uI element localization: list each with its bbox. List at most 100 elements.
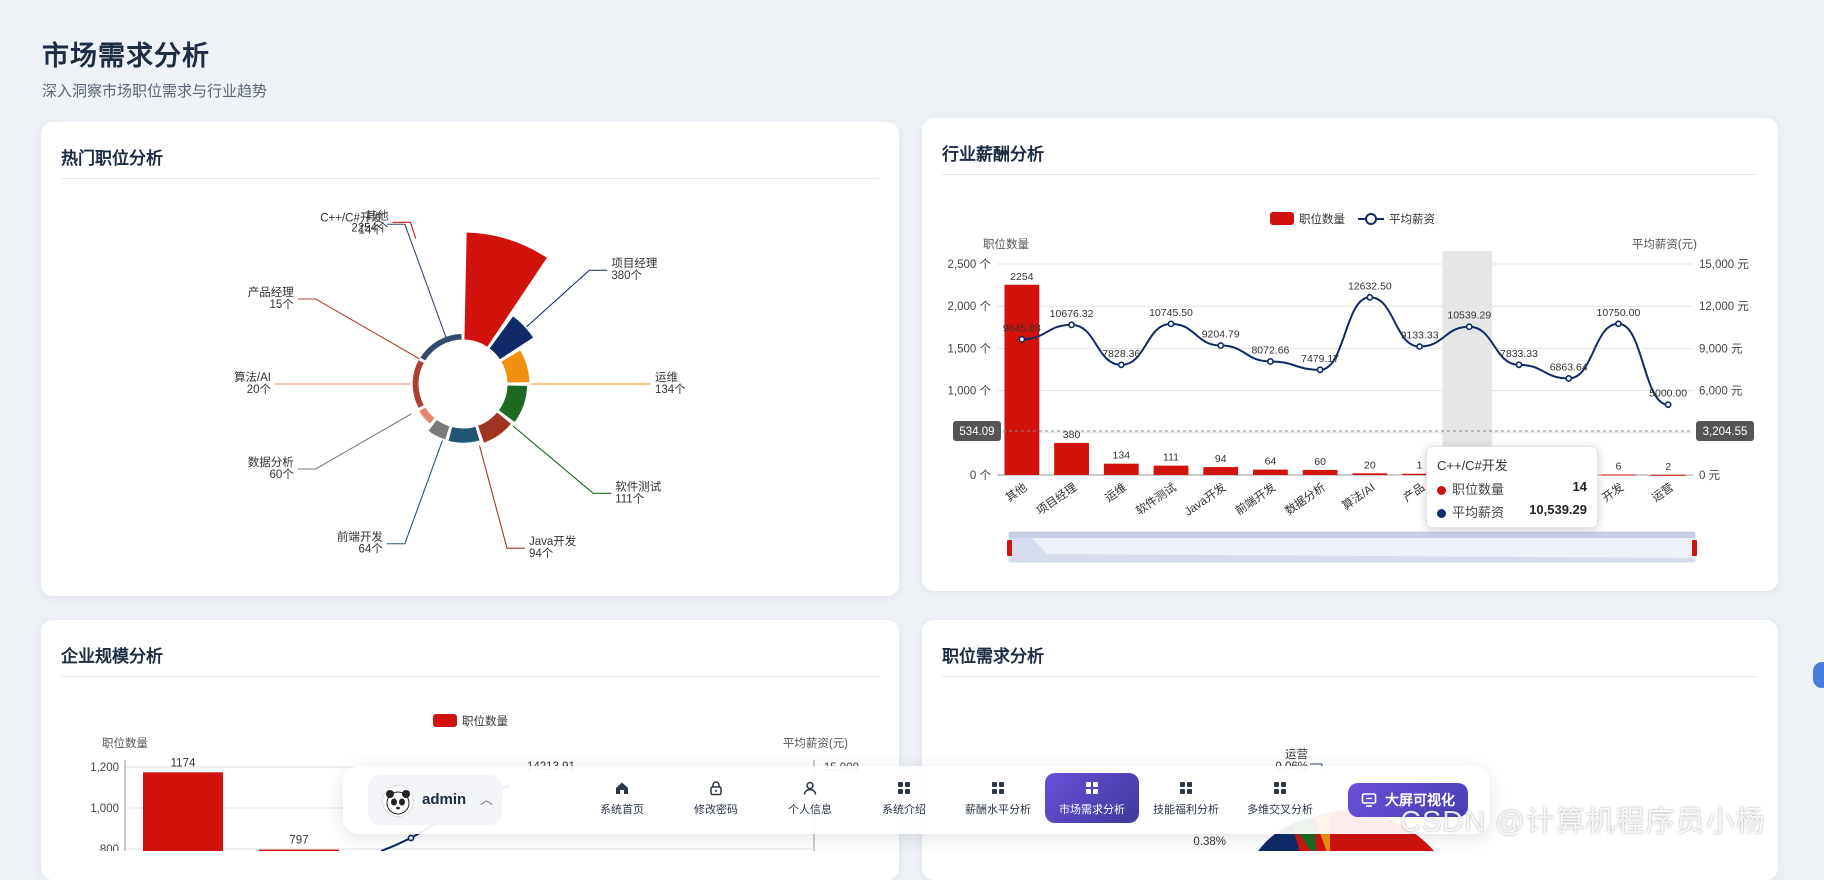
y-tick-right: 9,000 元 (1699, 343, 1743, 355)
rose-label-value: 64个 (359, 543, 384, 556)
x-tick-label: 运维 (1103, 481, 1129, 505)
rose-label-name: 运维 (655, 371, 678, 384)
bar (1203, 467, 1239, 475)
bar-value-label: 1 (1417, 460, 1423, 472)
panda-avatar-icon (386, 790, 410, 815)
rose-label-name: 前端开发 (337, 530, 383, 544)
y-tick-right: 15,000 元 (1699, 259, 1749, 271)
salary-value-label: 9204.79 (1202, 329, 1240, 341)
pie-label-name: 运营 (1285, 747, 1308, 761)
rose-leader-line (526, 269, 608, 328)
nav-item-label: 系统介绍 (882, 803, 926, 816)
rose-label-name: 软件测试 (615, 479, 661, 493)
user-menu[interactable]: admin ︿ (368, 775, 502, 825)
rose-leader-line (297, 413, 412, 470)
tooltip-row-count: 职位数量 14 (1437, 479, 1587, 498)
x-tick-label: 算法/AI (1339, 480, 1377, 513)
rose-label-name: 数据分析 (248, 455, 294, 469)
bar-value-label: 111 (1163, 452, 1179, 464)
bar-value-label: 6 (1616, 460, 1622, 472)
salary-value-label: 7828.36 (1102, 348, 1140, 360)
nav-item[interactable]: 技能福利分析 (1139, 773, 1233, 823)
salary-point (1664, 401, 1672, 409)
salary-value-label: 7479.17 (1301, 353, 1339, 365)
y-tick-left: 1,000 个 (948, 385, 992, 398)
x-tick-label: 产品 (1400, 480, 1427, 505)
rose-slice (447, 425, 481, 444)
y-tick-left: 800 (100, 844, 119, 851)
bar (1352, 473, 1388, 475)
bar-value-label: 797 (289, 835, 308, 847)
tooltip-row-salary: 平均薪资 10,539.29 (1437, 502, 1587, 521)
rose-label-value: 111个 (615, 492, 644, 505)
nav-item[interactable]: 系统首页 (575, 773, 669, 823)
nav-item-label: 个人信息 (788, 803, 832, 816)
salary-point (1465, 323, 1473, 331)
bar-value-label: 20 (1364, 459, 1376, 471)
y-axis-right-name: 平均薪资(元) (783, 737, 848, 750)
grid-icon (990, 780, 1006, 796)
salary-point (1018, 335, 1026, 343)
salary-point (1167, 320, 1175, 328)
grid-icon (1272, 780, 1288, 796)
salary-point (1117, 361, 1125, 369)
nav-item-label: 技能福利分析 (1153, 803, 1219, 816)
y-axis-left-name: 职位数量 (102, 736, 148, 750)
salary-point (1068, 321, 1075, 329)
bottom-dock: admin ︿ 系统首页 修改密码 个人信息 系统介绍 薪酬水平分析 市场需求分析 技能福利… (343, 766, 1490, 834)
nav-item[interactable]: 多维交叉分析 (1233, 773, 1327, 823)
salary-value-label: 5000.00 (1649, 388, 1687, 400)
bar-value-label: 1174 (171, 757, 196, 769)
x-tick-label: 项目经理 (1034, 481, 1080, 518)
y-tick-left: 1,200 (90, 762, 119, 774)
bar (1153, 465, 1189, 475)
highlight-band (1442, 251, 1493, 475)
rose-label-name: C++/C#开发 (320, 210, 383, 224)
bar (143, 772, 223, 851)
salary-value-label: 10676.32 (1050, 308, 1094, 320)
rose-slice (419, 332, 463, 362)
red-dot-icon (1437, 486, 1446, 496)
x-tick-label: 软件测试 (1133, 480, 1179, 518)
tooltip-title: C++/C#开发 (1437, 458, 1508, 473)
x-tick-label: 开发 (1599, 480, 1626, 505)
nav-item[interactable]: 个人信息 (763, 773, 857, 823)
watermark: CSDN @计算机程序员小杨 (1400, 806, 1766, 838)
nav-item[interactable]: 薪酬水平分析 (951, 773, 1045, 823)
rose-label-value: 20个 (247, 383, 272, 396)
nav-item[interactable]: 系统介绍 (857, 773, 951, 823)
dock-nav: 系统首页 修改密码 个人信息 系统介绍 薪酬水平分析 市场需求分析 技能福利分析 多维交叉分析 (575, 773, 1327, 827)
y-tick-left: 1,000 (90, 803, 119, 815)
nav-item[interactable]: 修改密码 (669, 773, 763, 823)
salary-value-label: 6863.64 (1550, 361, 1588, 373)
nav-item-label: 多维交叉分析 (1247, 803, 1313, 816)
y-tick-left: 2,000 个 (948, 300, 992, 313)
rose-slice (417, 406, 436, 426)
pointer-label-left: 534.09 (959, 426, 994, 438)
salary-value-label: 7833.33 (1500, 348, 1538, 360)
company-size-card: 企业规模分析 职位数量职位数量平均薪资(元)1,2001,00080015,00… (41, 620, 899, 880)
side-scroll-handle[interactable] (1813, 662, 1824, 688)
salary-point (1267, 358, 1274, 365)
zoom-handle-left (1007, 540, 1012, 556)
hot-jobs-rose-chart[interactable]: 其他2254个项目经理380个运维134个软件测试111个Java开发94个前端… (41, 122, 899, 596)
rose-label-value: 94个 (529, 547, 554, 560)
nav-item[interactable]: 市场需求分析 (1045, 773, 1139, 823)
chart-tooltip: C++/C#开发 职位数量 14 平均薪资 10,539.29 (1426, 446, 1598, 528)
page-title: 市场需求分析 (42, 41, 210, 71)
legend-label: 职位数量 (1299, 212, 1345, 226)
bar (1253, 469, 1288, 475)
salary-point (1515, 361, 1523, 369)
salary-value-label: 10745.50 (1149, 307, 1193, 319)
bar-value-label: 134 (1113, 450, 1131, 462)
salary-card: 行业薪酬分析 职位数量平均薪资职位数量平均薪资(元)0 个0 元500 个3,0… (922, 118, 1778, 591)
rose-label-value: 380个 (611, 269, 642, 282)
nav-item-label: 薪酬水平分析 (965, 803, 1031, 816)
grid-icon (896, 780, 912, 796)
salary-combo-chart[interactable]: 职位数量平均薪资职位数量平均薪资(元)0 个0 元500 个3,000 元1,0… (922, 118, 1778, 591)
bar-value-label: 2254 (1010, 271, 1034, 283)
x-tick-label: 前端开发 (1232, 480, 1278, 518)
tooltip-row-name: 职位数量 (1452, 482, 1505, 497)
navy-dot-icon (1437, 509, 1446, 519)
x-tick-label: 运营 (1649, 480, 1676, 505)
